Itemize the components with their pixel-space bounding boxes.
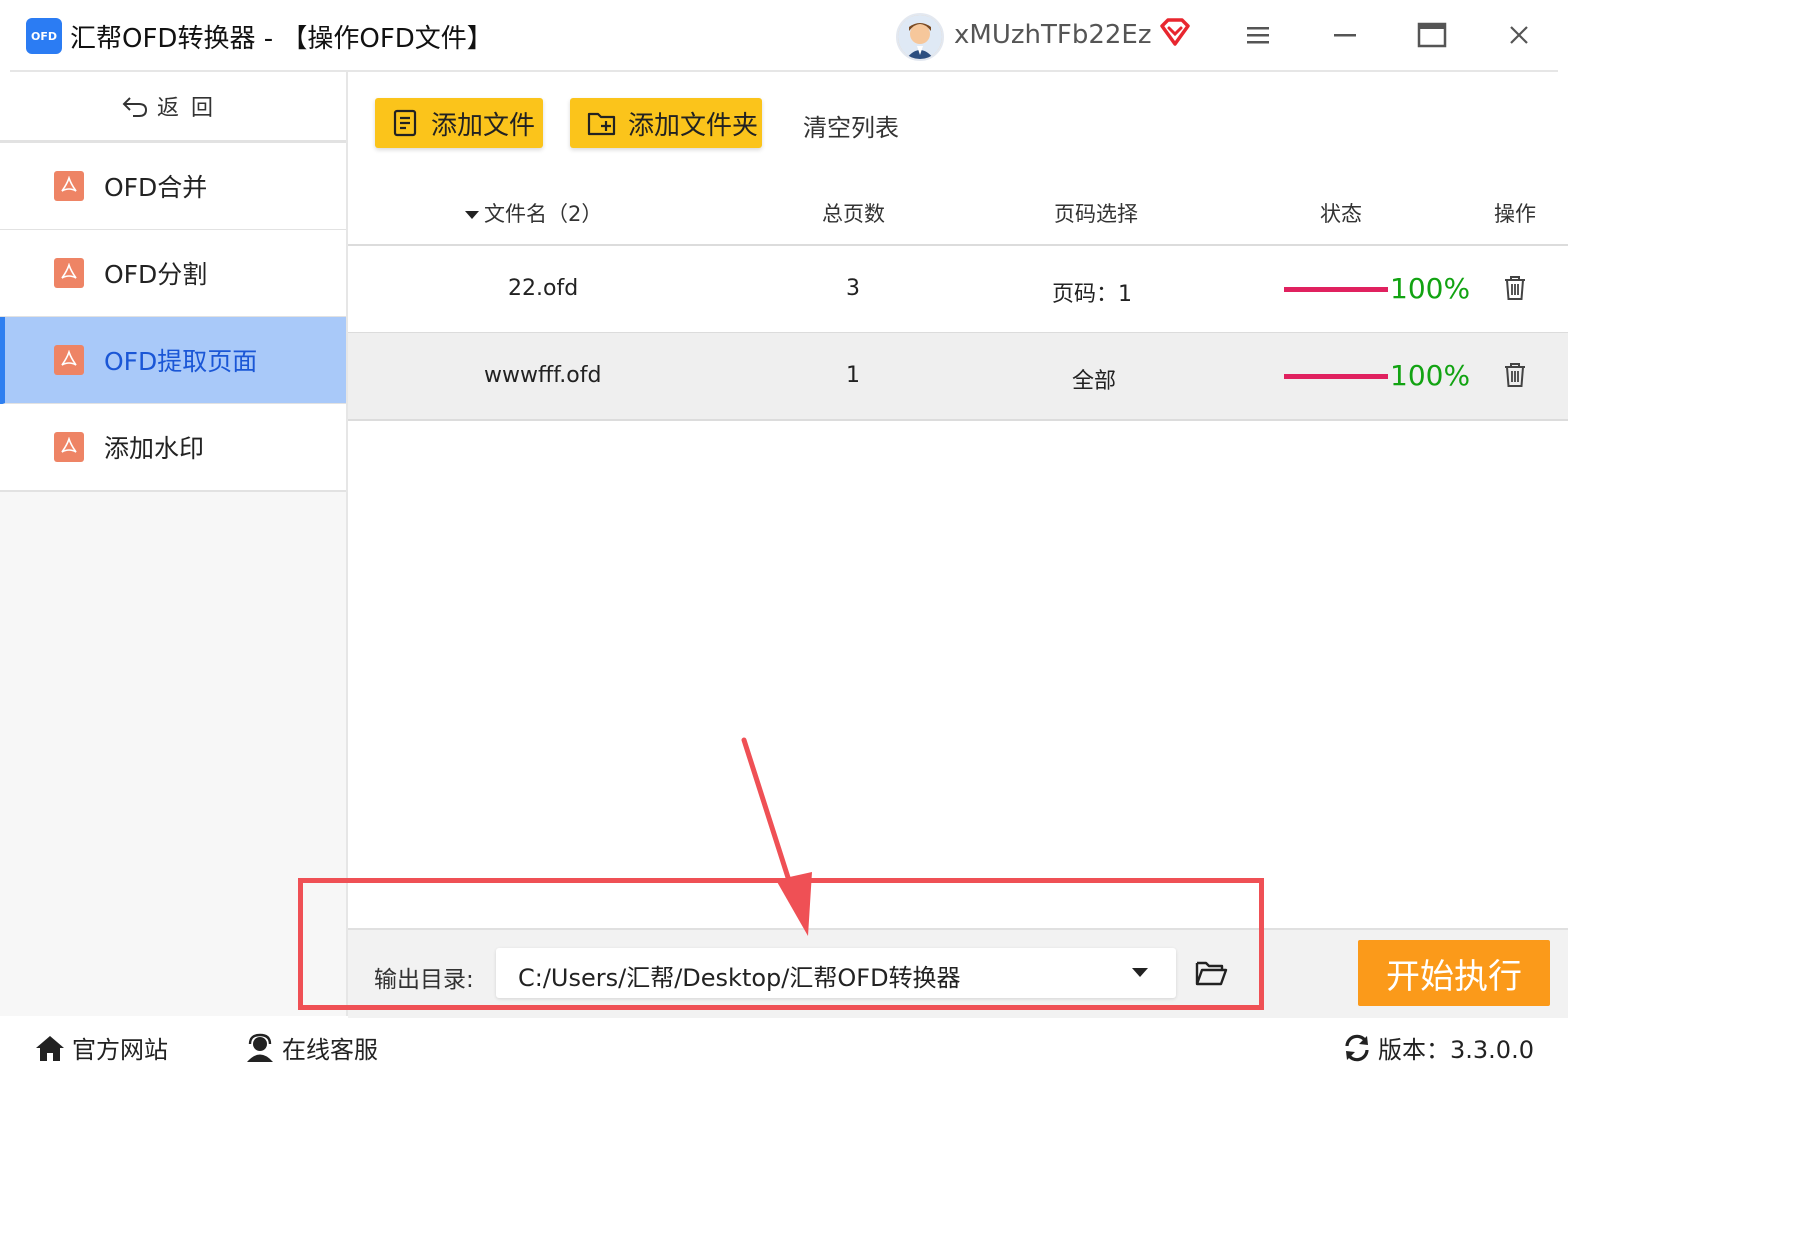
status-percent: 100% xyxy=(1390,272,1471,305)
annotation-arrow xyxy=(741,737,812,936)
pdf-icon xyxy=(54,432,84,462)
pdf-icon xyxy=(54,345,84,375)
sidebar: 返回 OFD合并 OFD分割 OFD提取页面 添加水印 xyxy=(0,72,348,1016)
footer: 官方网站 在线客服 版本：3.3.0.0 xyxy=(0,1018,1568,1076)
home-icon xyxy=(36,1035,64,1061)
col-total-pages: 总页数 xyxy=(822,202,885,226)
page-selection[interactable]: 全部 xyxy=(1072,363,1116,395)
minimize-icon[interactable] xyxy=(1328,18,1362,52)
back-button[interactable]: 返回 xyxy=(0,72,346,143)
sidebar-item-label: 添加水印 xyxy=(104,434,205,463)
clear-list-button[interactable]: 清空列表 xyxy=(803,108,899,143)
table-row[interactable]: 22.ofd 3 页码：1 100% xyxy=(348,246,1568,334)
table-row[interactable]: wwwfff.ofd 1 全部 100% xyxy=(348,333,1568,421)
sidebar-item-ofd-merge[interactable]: OFD合并 xyxy=(0,143,346,231)
headset-user-icon xyxy=(247,1033,273,1062)
sidebar-item-label: OFD分割 xyxy=(104,260,208,289)
sidebar-item-add-watermark[interactable]: 添加水印 xyxy=(0,404,346,492)
col-page-selection: 页码选择 xyxy=(1054,202,1138,226)
status-percent: 100% xyxy=(1390,359,1471,392)
vip-icon[interactable] xyxy=(1158,16,1192,50)
back-label: 返回 xyxy=(156,96,225,121)
sort-down-icon xyxy=(465,211,479,219)
sidebar-item-label: OFD提取页面 xyxy=(104,347,258,376)
app-logo-icon: OFD xyxy=(26,18,62,54)
add-file-icon xyxy=(393,109,417,137)
progress-bar xyxy=(1284,374,1388,379)
back-arrow-icon xyxy=(122,97,147,117)
table-header: 文件名（2） 总页数 页码选择 状态 操作 xyxy=(348,180,1568,246)
start-button[interactable]: 开始执行 xyxy=(1358,940,1550,1006)
online-support-link[interactable]: 在线客服 xyxy=(244,1030,378,1065)
pdf-icon xyxy=(54,171,84,201)
refresh-icon xyxy=(1345,1034,1369,1061)
close-icon[interactable] xyxy=(1502,18,1536,52)
maximize-icon[interactable] xyxy=(1415,18,1449,52)
menu-icon[interactable] xyxy=(1241,18,1275,52)
progress-bar xyxy=(1284,287,1388,292)
title-bar: OFD 汇帮OFD转换器 - 【操作OFD文件】 xMUzhTFb22Ez xyxy=(0,0,1568,70)
add-file-label: 添加文件 xyxy=(431,110,536,141)
add-folder-button[interactable]: 添加文件夹 xyxy=(570,98,762,148)
avatar[interactable] xyxy=(896,13,944,61)
folder-open-icon[interactable] xyxy=(1194,958,1228,992)
output-dir-path: C:/Users/汇帮/Desktop/汇帮OFD转换器 xyxy=(518,964,961,992)
file-name: wwwfff.ofd xyxy=(484,363,602,388)
page-selection[interactable]: 页码：1 xyxy=(1052,276,1132,308)
delete-icon[interactable] xyxy=(1502,361,1528,393)
total-pages: 1 xyxy=(846,363,860,388)
delete-icon[interactable] xyxy=(1502,274,1528,306)
output-dir-label: 输出目录: xyxy=(374,967,474,993)
chevron-down-icon[interactable] xyxy=(1132,968,1148,977)
username[interactable]: xMUzhTFb22Ez xyxy=(954,20,1151,50)
pdf-icon xyxy=(54,258,84,288)
app-window: OFD 汇帮OFD转换器 - 【操作OFD文件】 xMUzhTFb22Ez 返回… xyxy=(0,0,1568,1076)
col-actions: 操作 xyxy=(1494,202,1536,226)
add-file-button[interactable]: 添加文件 xyxy=(375,98,543,148)
window-title: 汇帮OFD转换器 - 【操作OFD文件】 xyxy=(70,24,493,54)
sidebar-item-label: OFD合并 xyxy=(104,173,208,202)
add-folder-label: 添加文件夹 xyxy=(628,110,759,141)
col-filename[interactable]: 文件名（2） xyxy=(464,198,602,228)
sidebar-item-ofd-extract-pages[interactable]: OFD提取页面 xyxy=(0,317,346,405)
official-website-link[interactable]: 官方网站 xyxy=(34,1030,168,1065)
col-status: 状态 xyxy=(1320,202,1362,226)
output-dir-select[interactable]: C:/Users/汇帮/Desktop/汇帮OFD转换器 xyxy=(496,948,1176,998)
sidebar-item-ofd-split[interactable]: OFD分割 xyxy=(0,230,346,318)
total-pages: 3 xyxy=(846,276,860,301)
file-name: 22.ofd xyxy=(508,276,579,301)
version-info[interactable]: 版本：3.3.0.0 xyxy=(1342,1030,1534,1065)
add-folder-icon xyxy=(587,112,616,136)
